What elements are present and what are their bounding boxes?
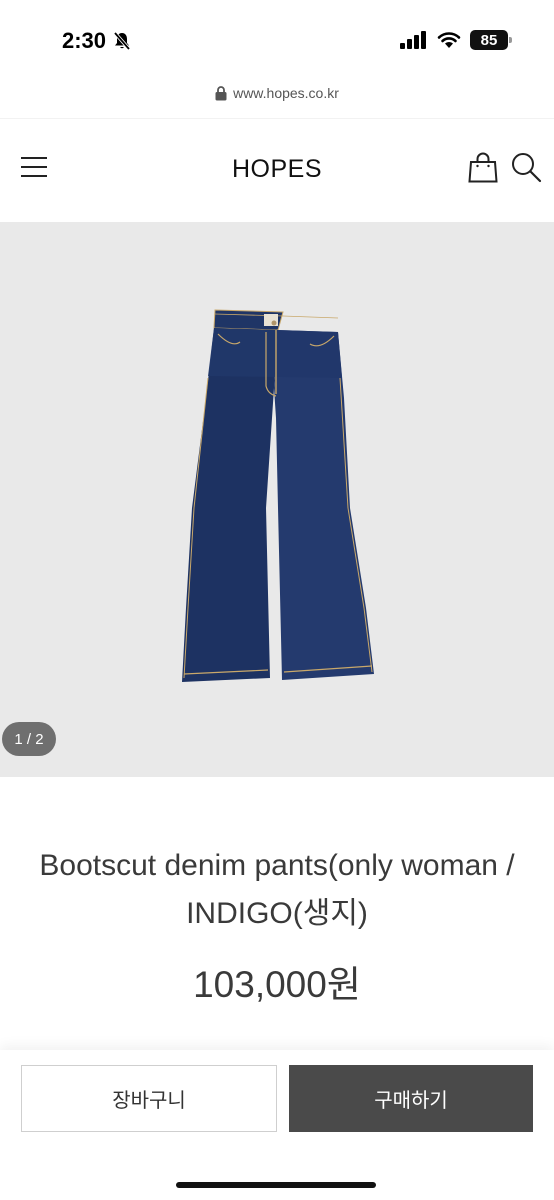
shopping-bag-icon xyxy=(468,152,498,183)
url-bar[interactable]: www.hopes.co.kr xyxy=(0,78,554,108)
signal-icon xyxy=(400,31,426,49)
add-to-cart-button[interactable]: 장바구니 xyxy=(21,1065,277,1132)
product-image-jeans xyxy=(182,309,374,682)
bell-slash-icon xyxy=(113,31,131,51)
status-bar: 2:30 85 xyxy=(0,0,554,78)
search-button[interactable] xyxy=(510,151,542,183)
search-icon xyxy=(512,153,542,183)
status-right: 85 xyxy=(400,30,512,50)
time-text: 2:30 xyxy=(62,28,107,53)
battery-icon: 85 xyxy=(470,30,512,50)
home-indicator[interactable] xyxy=(176,1182,376,1188)
lock-icon xyxy=(215,85,227,100)
cart-button[interactable] xyxy=(468,151,498,183)
product-name: Bootscut denim pants(only woman / INDIGO… xyxy=(39,849,515,930)
product-gallery[interactable]: 1 / 2 xyxy=(0,222,554,777)
wifi-icon xyxy=(437,32,461,48)
url-text: www.hopes.co.kr xyxy=(233,85,339,101)
battery-level: 85 xyxy=(480,31,498,49)
image-page-indicator: 1 / 2 xyxy=(2,722,56,756)
buy-now-button[interactable]: 구매하기 xyxy=(289,1065,533,1132)
status-time: 2:30 xyxy=(62,28,132,54)
site-header: HOPES xyxy=(0,118,554,222)
bottom-action-bar: 장바구니 구매하기 xyxy=(0,1050,554,1200)
product-price: 103,000원 xyxy=(193,964,361,1005)
